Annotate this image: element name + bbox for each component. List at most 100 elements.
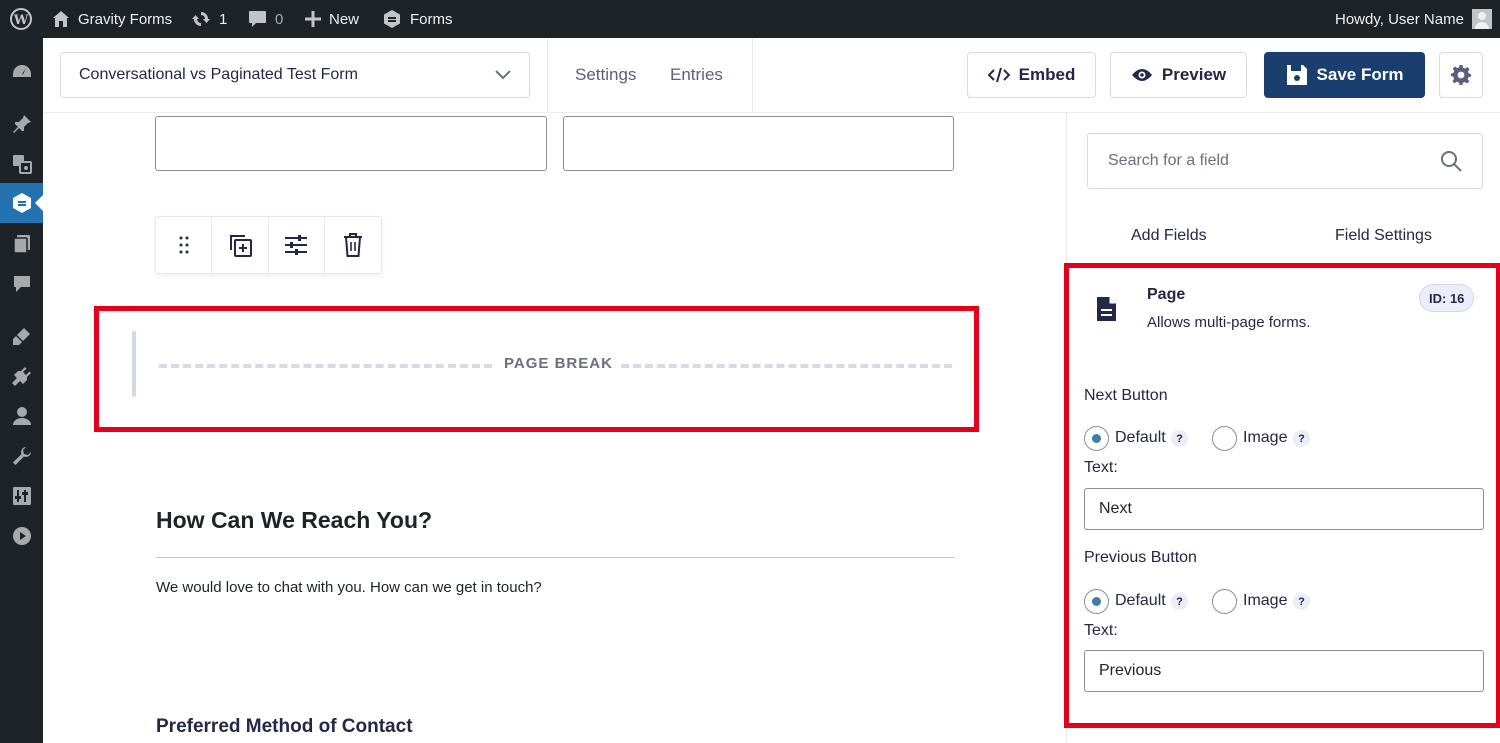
site-name: Gravity Forms	[78, 10, 173, 28]
forms-link[interactable]: Forms	[382, 0, 453, 38]
save-form-button[interactable]: Save Form	[1264, 52, 1425, 98]
comment-icon	[13, 276, 30, 292]
user-silhouette-icon	[1474, 12, 1489, 29]
next-button-image-label: Image	[1243, 429, 1288, 446]
search-placeholder: Search for a field	[1108, 152, 1229, 169]
form-switcher-select[interactable]: Conversational vs Paginated Test Form	[60, 52, 530, 98]
user-icon	[12, 407, 31, 425]
trash-icon	[343, 233, 362, 257]
help-tooltip-icon[interactable]: ?	[1171, 430, 1188, 447]
gravity-forms-icon	[12, 193, 31, 213]
next-button-default-label: Default	[1115, 429, 1166, 446]
menu-forms[interactable]	[0, 183, 43, 223]
previous-button-default-label: Default	[1115, 592, 1166, 609]
previous-button-image-label: Image	[1243, 592, 1288, 609]
menu-comments[interactable]	[0, 264, 43, 304]
tab-add-fields[interactable]: Add Fields	[1131, 227, 1207, 245]
section-description: We would love to chat with you. How can …	[156, 579, 542, 596]
name-last-input[interactable]	[563, 116, 954, 171]
sliders-icon	[285, 235, 308, 255]
field-search-input[interactable]: Search for a field	[1087, 133, 1483, 189]
previous-button-label: Previous Button	[1084, 549, 1197, 566]
eye-icon	[1131, 69, 1152, 81]
embed-button[interactable]: Embed	[967, 52, 1096, 98]
media-icon	[12, 155, 32, 174]
next-button-default-radio[interactable]	[1084, 426, 1109, 451]
new-content-link[interactable]: New	[305, 0, 359, 38]
drag-dots-icon	[179, 236, 189, 254]
updates-count: 1	[219, 10, 228, 28]
svg-text:W: W	[13, 13, 29, 28]
name-first-input[interactable]	[155, 116, 547, 171]
next-button-text-label: Text:	[1084, 459, 1118, 476]
refresh-icon	[192, 12, 210, 26]
preview-button[interactable]: Preview	[1110, 52, 1247, 98]
comments-link[interactable]: 0	[248, 0, 283, 38]
preview-label: Preview	[1161, 65, 1227, 84]
previous-button-image-radio[interactable]	[1212, 589, 1237, 614]
updates-link[interactable]: 1	[191, 0, 227, 38]
annotation-highlight-page-break	[94, 306, 979, 432]
field-sidebar: Search for a field Add Fields Field Sett…	[1064, 113, 1500, 743]
preferred-contact-field-label: Preferred Method of Contact	[156, 716, 413, 737]
menu-posts[interactable]	[0, 104, 43, 144]
field-type-name: Page	[1147, 286, 1186, 303]
menu-tools[interactable]	[0, 436, 43, 476]
dashboard-icon	[12, 65, 31, 77]
previous-button-default-radio[interactable]	[1084, 589, 1109, 614]
gravity-forms-icon	[384, 10, 400, 28]
embed-label: Embed	[1018, 65, 1076, 84]
menu-media-player[interactable]	[0, 516, 43, 556]
admin-menu	[0, 38, 43, 743]
section-title: How Can We Reach You?	[156, 507, 433, 533]
next-button-label: Next Button	[1084, 387, 1168, 404]
next-button-text-input[interactable]: Next	[1084, 488, 1484, 530]
account-menu[interactable]: Howdy, User Name	[1335, 0, 1492, 38]
avatar	[1471, 9, 1492, 29]
wordpress-logo-icon[interactable]: W	[10, 0, 32, 38]
menu-appearance[interactable]	[0, 316, 43, 356]
form-editor-canvas: PAGE BREAK How Can We Reach You? We woul…	[43, 113, 1066, 743]
drag-handle[interactable]	[156, 217, 213, 273]
save-icon	[1286, 65, 1307, 85]
section-divider	[156, 557, 954, 558]
settings-link[interactable]: Settings	[575, 65, 636, 85]
toolbar-divider	[547, 38, 548, 113]
code-icon	[987, 67, 1010, 83]
help-tooltip-icon[interactable]: ?	[1171, 593, 1188, 610]
howdy-text: Howdy, User Name	[1335, 10, 1464, 28]
search-icon	[1441, 151, 1462, 172]
new-label: New	[329, 10, 360, 28]
entries-link[interactable]: Entries	[670, 65, 723, 85]
field-settings-button[interactable]	[269, 217, 325, 273]
previous-button-text-label: Text:	[1084, 622, 1118, 639]
next-button-image-radio[interactable]	[1212, 426, 1237, 451]
menu-pages[interactable]	[0, 224, 43, 264]
form-title: Conversational vs Paginated Test Form	[79, 66, 358, 83]
admin-bar: W Gravity Forms 1 0 New Forms Howdy, Use…	[0, 0, 1500, 38]
menu-media[interactable]	[0, 144, 43, 184]
form-settings-gear-button[interactable]	[1439, 52, 1483, 98]
menu-plugins[interactable]	[0, 356, 43, 396]
site-home-link[interactable]: Gravity Forms	[52, 0, 172, 38]
field-type-description: Allows multi-page forms.	[1147, 314, 1311, 331]
forms-label: Forms	[410, 10, 453, 28]
duplicate-icon	[229, 235, 252, 257]
document-icon	[1097, 297, 1116, 321]
form-toolbar: Conversational vs Paginated Test Form Se…	[43, 38, 1500, 113]
help-tooltip-icon[interactable]: ?	[1293, 593, 1310, 610]
toolbar-divider	[752, 38, 753, 113]
menu-users[interactable]	[0, 396, 43, 436]
menu-dashboard[interactable]	[0, 52, 43, 92]
menu-settings[interactable]	[0, 476, 43, 516]
delete-field-button[interactable]	[325, 217, 381, 273]
paintbrush-icon	[12, 328, 30, 345]
comment-icon	[249, 11, 266, 27]
plus-icon	[305, 11, 321, 27]
duplicate-field-button[interactable]	[212, 217, 269, 273]
help-tooltip-icon[interactable]: ?	[1293, 430, 1310, 447]
tab-field-settings[interactable]: Field Settings	[1335, 227, 1432, 245]
play-icon	[12, 527, 31, 545]
previous-button-text-input[interactable]: Previous	[1084, 650, 1484, 692]
field-id-badge: ID: 16	[1419, 284, 1475, 312]
